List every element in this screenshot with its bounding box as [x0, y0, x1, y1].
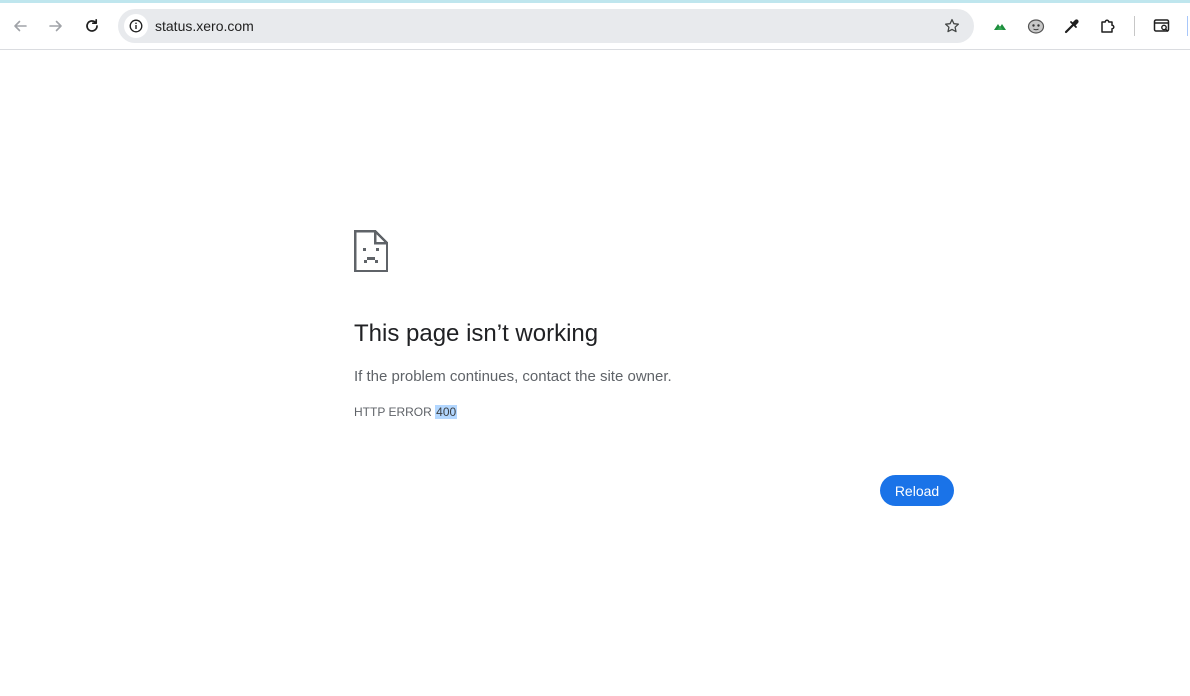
face-extension-icon[interactable] — [1025, 15, 1047, 37]
green-leaf-extension-icon[interactable] — [989, 15, 1011, 37]
forward-button[interactable] — [42, 12, 70, 40]
address-bar[interactable]: status.xero.com — [118, 9, 974, 43]
error-suggestion: If the problem continues, contact the si… — [354, 368, 672, 385]
reload-page-button[interactable] — [78, 12, 106, 40]
star-outline-icon — [944, 18, 960, 33]
error-heading: This page isn’t working — [354, 320, 599, 347]
arrow-right-icon — [49, 20, 62, 32]
toolbar-divider — [1134, 16, 1135, 36]
back-button[interactable] — [6, 12, 34, 40]
reload-button[interactable]: Reload — [880, 475, 954, 506]
tab-search-icon[interactable] — [1151, 15, 1173, 37]
eyedropper-icon[interactable] — [1061, 15, 1083, 37]
url-text[interactable]: status.xero.com — [155, 9, 254, 43]
error-code-number: 400 — [435, 405, 458, 419]
error-code-line: HTTP ERROR 400 — [354, 402, 458, 422]
site-info-button[interactable] — [124, 14, 148, 38]
error-code-prefix: HTTP ERROR — [354, 405, 432, 419]
bookmark-button[interactable] — [942, 16, 962, 36]
sad-page-icon — [353, 229, 389, 273]
toolbar-edge — [1187, 16, 1188, 36]
info-icon — [129, 19, 143, 33]
reload-icon — [86, 18, 98, 32]
puzzle-piece-icon[interactable] — [1097, 15, 1119, 37]
browser-toolbar: status.xero.com — [0, 3, 1190, 50]
arrow-left-icon — [14, 20, 27, 32]
